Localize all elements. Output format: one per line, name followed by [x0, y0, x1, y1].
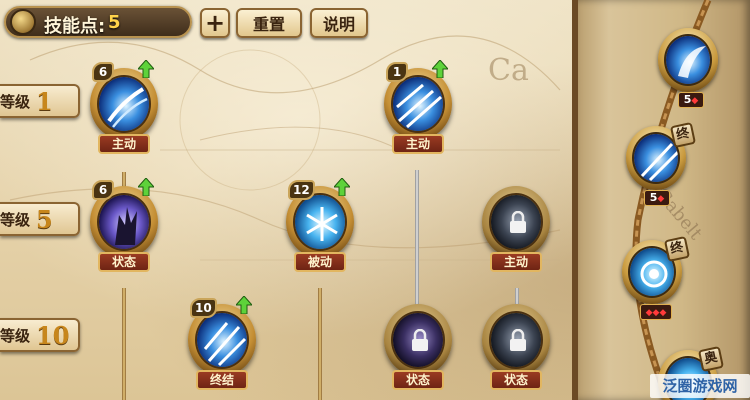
skill-gem-badge: ◆◆◆: [640, 304, 672, 320]
locked-skill-face: [489, 193, 543, 251]
ice-slash-icon: [97, 75, 151, 133]
lock-icon: [412, 329, 428, 351]
level-value: 5: [36, 204, 53, 234]
level-tag-1: 等级 1: [0, 84, 80, 118]
upgrade-arrow-icon: [432, 60, 448, 78]
skill-level-badge: 5◆: [644, 190, 670, 206]
skill-points-label: 技能点:: [44, 16, 106, 37]
skill-count: 10: [190, 298, 217, 318]
skill-type-tag: 主动: [98, 134, 150, 154]
skill-connector: [318, 288, 322, 400]
level-label: 等级: [0, 92, 31, 111]
skill-type-tag: 状态: [392, 370, 444, 390]
skill-node-locked[interactable]: 状态: [482, 298, 550, 394]
skill-node[interactable]: 1 主动: [384, 60, 452, 158]
upgrade-arrow-icon: [138, 178, 154, 196]
skill-connector-locked: [415, 170, 419, 306]
lock-icon: [510, 329, 526, 351]
upgrade-arrow-icon: [138, 60, 154, 78]
skill-type-tag: 主动: [490, 252, 542, 272]
locked-skill-face: [489, 311, 543, 369]
skill-tree-screen: Ca 技能点: 5 + 重置 说明 等级 1 等级 5 等级 10 6 主动 1…: [0, 0, 750, 400]
ice-trident-icon: [195, 311, 249, 369]
upgrade-arrow-icon: [334, 178, 350, 196]
snowflake-icon: [293, 193, 347, 251]
skill-count: 6: [92, 180, 114, 200]
level-label: 等级: [0, 210, 31, 229]
skill-node[interactable]: 12 被动: [286, 178, 354, 276]
ultimate-mark: 终: [663, 235, 691, 263]
reset-button[interactable]: 重置: [236, 8, 302, 38]
watermark: 泛圈游戏网: [650, 374, 750, 398]
level-label: 等级: [0, 326, 31, 345]
add-skill-points-button[interactable]: +: [200, 8, 230, 38]
skill-type-tag: 终结: [196, 370, 248, 390]
skill-count: 12: [288, 180, 315, 200]
skill-node-locked[interactable]: 主动: [482, 180, 550, 276]
skill-level-badge: 5◆: [678, 92, 704, 108]
level-value: 10: [36, 320, 70, 350]
skill-node[interactable]: 6 主动: [90, 60, 158, 158]
level-value: 1: [36, 86, 53, 116]
skill-points-icon: [10, 9, 36, 35]
side-skill[interactable]: [658, 28, 718, 94]
skill-count: 6: [92, 62, 114, 82]
skill-count: 1: [386, 62, 408, 82]
ice-crescent-icon: [664, 34, 712, 86]
ice-shards-icon: [391, 75, 445, 133]
skill-node[interactable]: 6 状态: [90, 178, 158, 276]
skill-node[interactable]: 10 终结: [188, 296, 256, 394]
badge-gem-icon: ◆: [657, 194, 665, 204]
shadow-claw-icon: [97, 193, 151, 251]
ultimate-skills-panel: Gabelt 5◆ 终 5◆ 终 ◆◆◆ 奥: [572, 0, 750, 400]
badge-gem-icon: ◆◆◆: [645, 308, 667, 318]
badge-gem-icon: ◆: [691, 96, 699, 106]
skill-connector: [122, 288, 126, 400]
level-tag-10: 等级 10: [0, 318, 80, 352]
skill-points-value: 5: [108, 12, 121, 33]
upgrade-arrow-icon: [236, 296, 252, 314]
mystic-mark: 奥: [697, 345, 725, 373]
skill-node-locked[interactable]: 状态: [384, 298, 452, 394]
skill-type-tag: 主动: [392, 134, 444, 154]
skill-type-tag: 状态: [490, 370, 542, 390]
skill-type-tag: 被动: [294, 252, 346, 272]
help-button[interactable]: 说明: [310, 8, 368, 38]
skill-type-tag: 状态: [98, 252, 150, 272]
locked-skill-face: [391, 311, 445, 369]
level-tag-5: 等级 5: [0, 202, 80, 236]
lock-icon: [510, 211, 526, 233]
ultimate-mark: 终: [669, 121, 697, 149]
map-label-ca: Ca: [488, 53, 529, 88]
